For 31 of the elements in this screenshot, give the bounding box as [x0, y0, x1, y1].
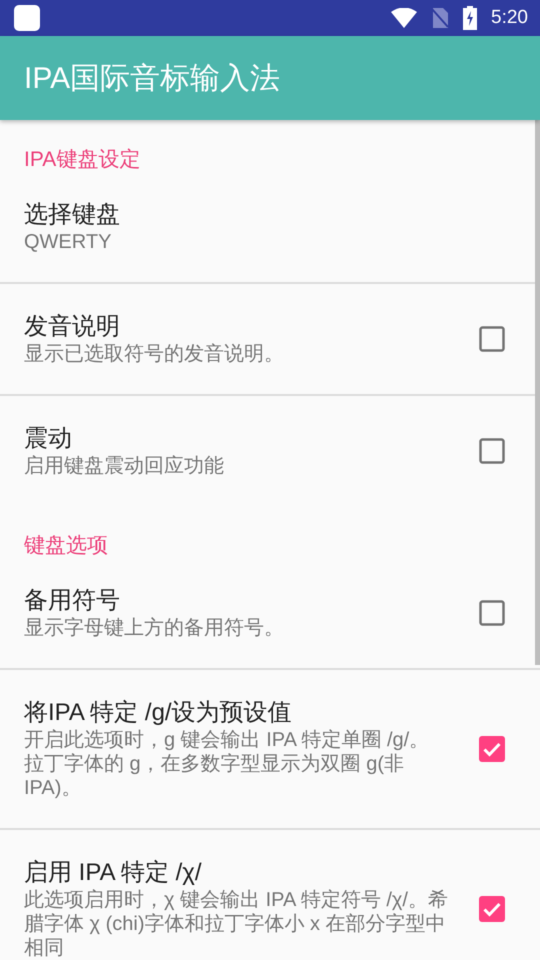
preference-summary: 开启此选项时，g 键会输出 IPA 特定单圈 /g/。拉丁字体的 g，在多数字型显示为双圈 g(非IPA)。: [24, 728, 430, 800]
app-title: IPA国际音标输入法: [24, 60, 280, 96]
checkbox[interactable]: [479, 896, 505, 922]
preference-summary: QWERTY: [24, 230, 112, 254]
preference-title: 选择键盘: [24, 200, 121, 230]
status-time: 5:20: [491, 7, 528, 29]
checkbox[interactable]: [479, 600, 505, 626]
no-sim-icon: [431, 7, 450, 29]
preference-item[interactable]: 启用 IPA 特定 /χ/ 此选项启用时，χ 键会输出 IPA 特定符号 /χ/。希腊字体 χ (chi)字体和拉丁字体小 x 在部分字型中相同: [0, 830, 535, 960]
preference-title: 发音说明: [24, 312, 121, 342]
preference-item[interactable]: 震动 启用键盘震动回应功能: [0, 396, 535, 506]
preference-summary: 启用键盘震动回应功能: [24, 454, 225, 478]
preference-summary: 此选项启用时，χ 键会输出 IPA 特定符号 /χ/。希腊字体 χ (chi)字体和拉丁字体小 x 在部分字型中相同: [24, 888, 448, 960]
preference-title: 将IPA 特定 /g/设为预设值: [24, 698, 293, 728]
preference-item[interactable]: 将IPA 特定 /g/设为预设值 开启此选项时，g 键会输出 IPA 特定单圈 /g/。拉丁字体的 g，在多数字型显示为双圈 g(非IPA)。: [0, 670, 535, 828]
preference-title: 震动: [24, 424, 73, 454]
checkbox[interactable]: [479, 736, 505, 762]
category-header: 键盘选项: [24, 534, 108, 557]
preference-item[interactable]: 备用符号 显示字母键上方的备用符号。: [0, 558, 535, 668]
category-header: IPA键盘设定: [24, 148, 140, 171]
preference-item[interactable]: 发音说明 显示已选取符号的发音说明。: [0, 284, 535, 394]
preference-title: 启用 IPA 特定 /χ/: [24, 858, 203, 888]
preference-summary: 显示字母键上方的备用符号。: [24, 616, 285, 640]
preference-item[interactable]: 选择键盘 QWERTY: [0, 172, 535, 282]
battery-charging-icon: [463, 6, 478, 30]
preference-summary: 显示已选取符号的发音说明。: [24, 342, 285, 366]
notification-icon: [14, 5, 40, 31]
checkbox[interactable]: [479, 326, 505, 352]
preference-title: 备用符号: [24, 586, 121, 616]
checkbox[interactable]: [479, 438, 505, 464]
wifi-icon: [391, 8, 418, 28]
